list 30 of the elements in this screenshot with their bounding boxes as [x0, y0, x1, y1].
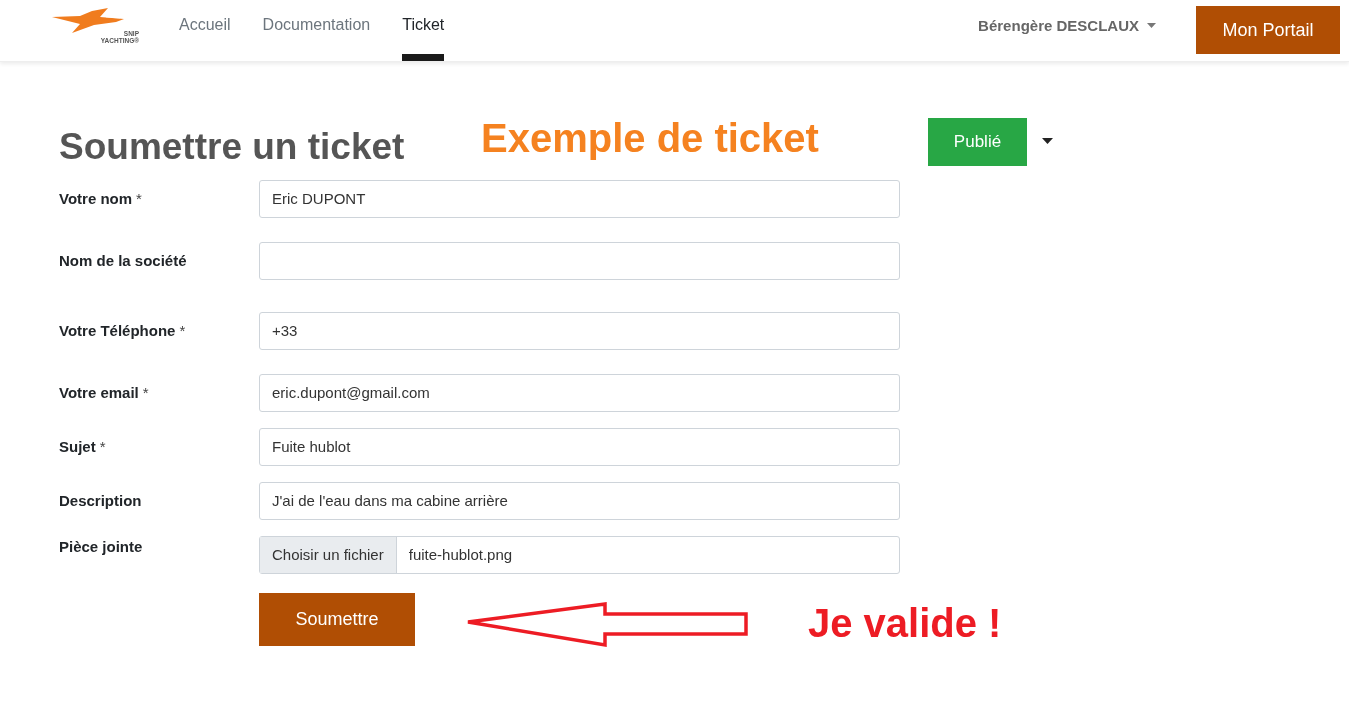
required-mark: * [179, 322, 186, 339]
portal-button[interactable]: Mon Portail [1196, 6, 1340, 54]
input-field[interactable]: eric.dupont@gmail.com [259, 374, 900, 412]
field-label: Description [59, 492, 142, 509]
field-label: Pièce jointe [59, 538, 143, 555]
input-field[interactable] [259, 242, 900, 280]
input-field[interactable]: J'ai de l'eau dans ma cabine arrière [259, 482, 900, 520]
input-field[interactable]: Fuite hublot [259, 428, 900, 466]
required-mark: * [142, 384, 149, 401]
field-label: Nom de la société [59, 252, 187, 269]
file-field[interactable]: Choisir un fichier fuite-hublot.png [259, 536, 900, 574]
choose-file-button[interactable]: Choisir un fichier [260, 537, 397, 573]
field-label: Votre Téléphone [59, 322, 176, 339]
input-field[interactable]: Eric DUPONT [259, 180, 900, 218]
page-title: Soumettre un ticket [59, 126, 406, 168]
nav-link[interactable]: Ticket [402, 0, 445, 61]
submit-button[interactable]: Soumettre [259, 592, 415, 646]
annotation-text: Je valide ! [808, 600, 1002, 646]
user-menu[interactable]: Bérengère DESCLAUX [978, 16, 1139, 34]
caret-icon[interactable] [1042, 138, 1053, 144]
input-field[interactable]: +33 [259, 312, 900, 350]
annotation-title: Exemple de ticket [481, 115, 820, 161]
nav-link[interactable]: Documentation [262, 0, 371, 61]
field-label: Sujet [59, 438, 96, 455]
file-name: fuite-hublot.png [407, 545, 514, 565]
nav-link[interactable]: Accueil [179, 0, 231, 61]
field-label: Votre email [59, 384, 139, 401]
required-mark: * [99, 438, 106, 455]
field-label: Votre nom [59, 190, 133, 207]
required-mark: * [136, 190, 142, 207]
